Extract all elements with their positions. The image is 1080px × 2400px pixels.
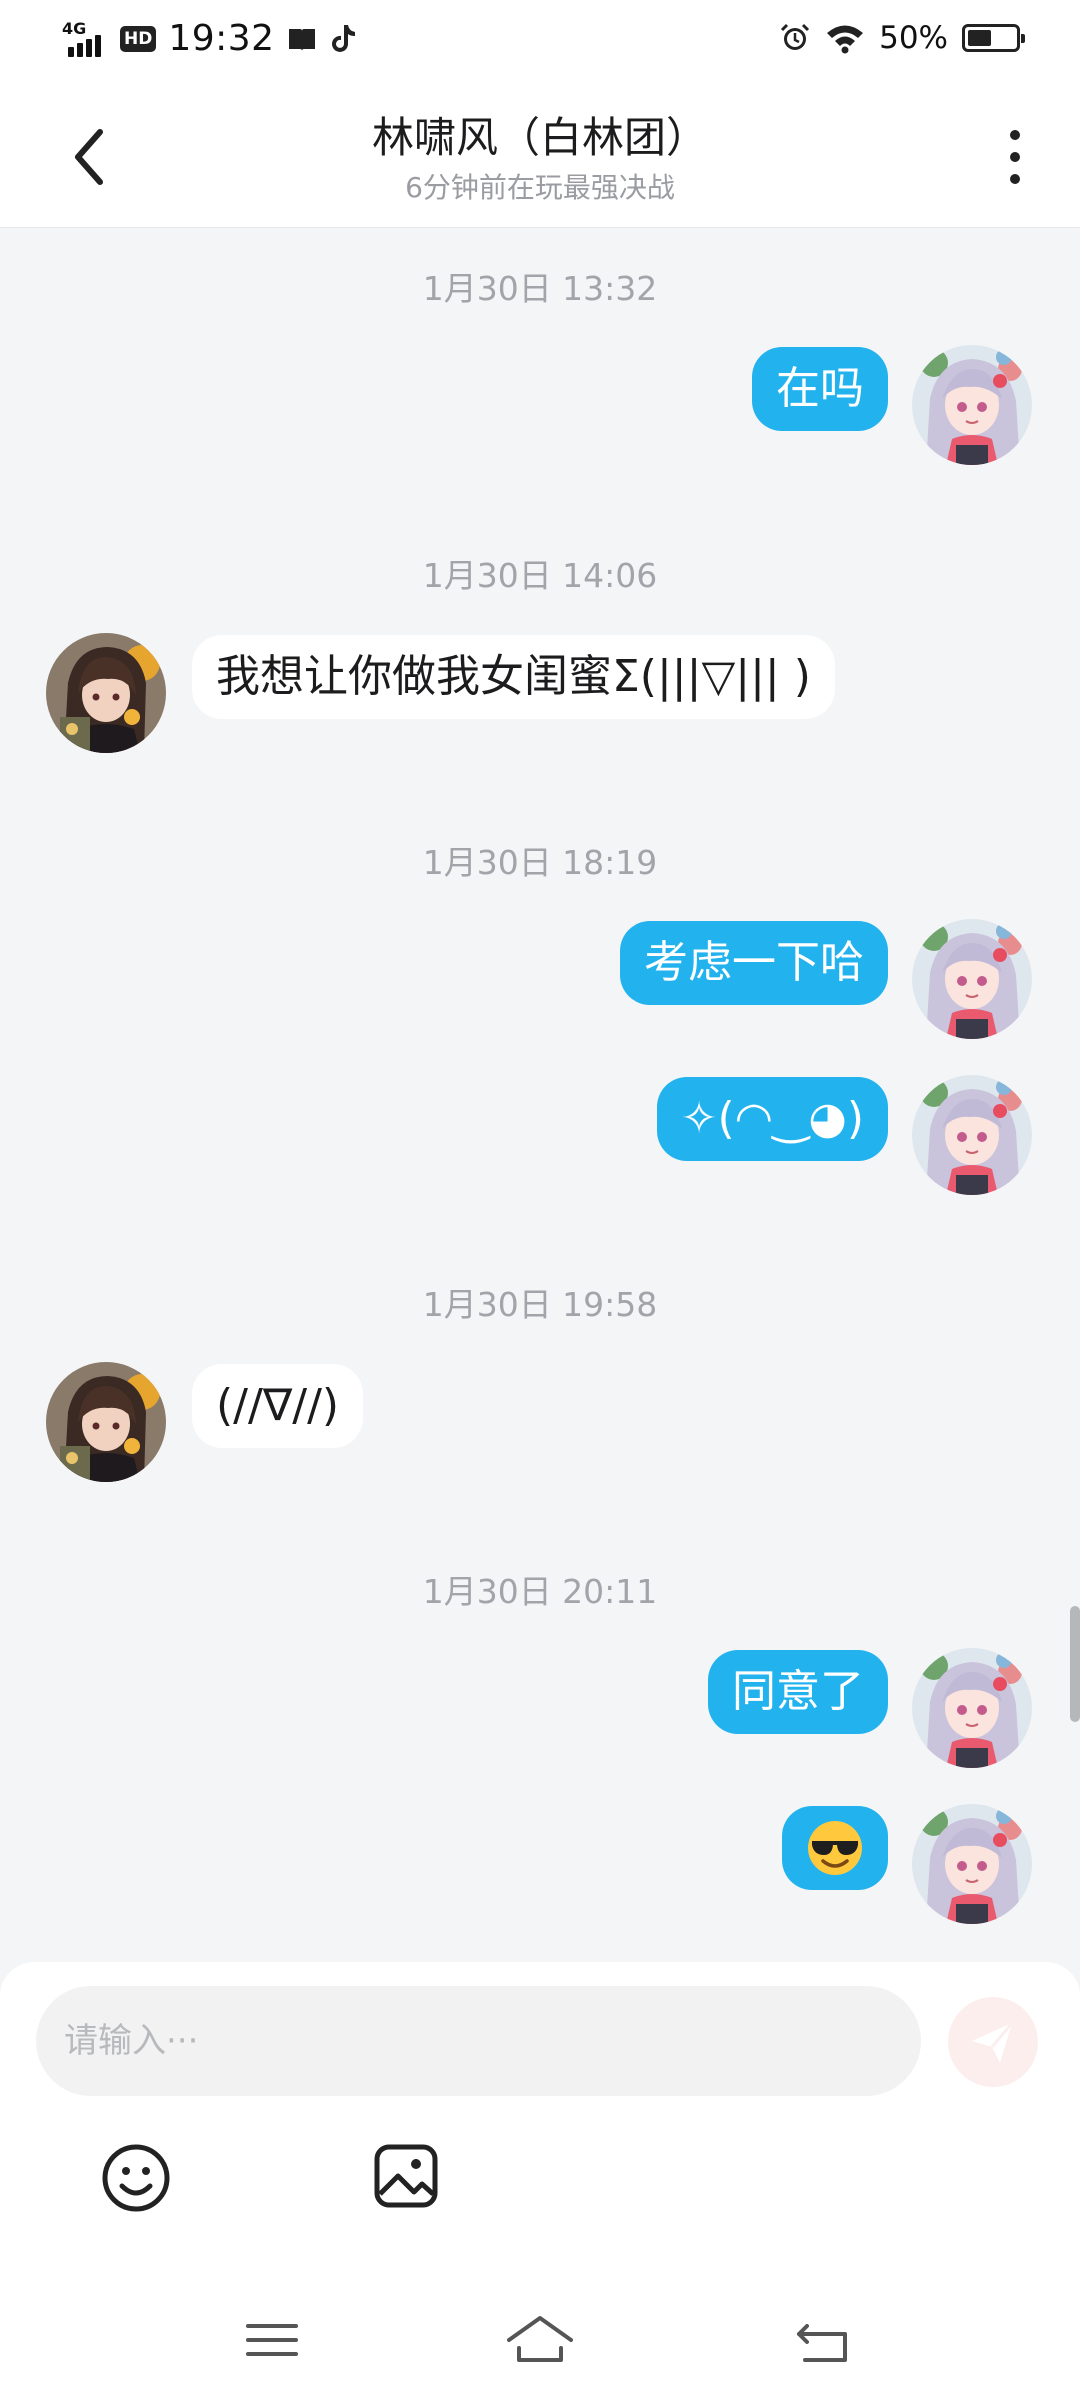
message-timestamp: 1月30日 18:19 [422, 843, 658, 882]
avatar-self[interactable] [912, 1804, 1032, 1924]
battery-fill [968, 30, 991, 46]
status-right: 50% [779, 20, 1025, 56]
message-bubble-outgoing[interactable]: 在吗 [752, 347, 888, 431]
battery-percent: 50% [879, 20, 948, 56]
avatar-self[interactable] [912, 1648, 1032, 1768]
message-timestamp: 1月30日 14:06 [422, 556, 658, 595]
clock: 19:32 [168, 18, 275, 59]
scrollbar-thumb[interactable] [1070, 1606, 1080, 1722]
message-timestamp: 1月30日 19:58 [422, 1285, 658, 1324]
hd-badge: HD [120, 25, 157, 52]
send-button[interactable] [948, 1997, 1038, 2087]
status-left: 4G HD 19:32 [62, 18, 357, 59]
chat-header: 林啸风（白林团） 6分钟前在玩最强决战 [0, 82, 1080, 228]
battery-icon [962, 24, 1025, 52]
avatar-contact[interactable] [46, 1362, 166, 1482]
back-nav-button[interactable] [793, 2310, 853, 2370]
home-button[interactable] [505, 2310, 575, 2370]
message-timestamp: 1月30日 20:11 [422, 1572, 658, 1611]
page-title: 林啸风（白林团） [371, 113, 708, 162]
message-bubble-outgoing[interactable]: 同意了 [708, 1650, 888, 1734]
message-bubble-outgoing[interactable]: ✧(◠‿◕) [656, 1077, 888, 1161]
message-bubble-outgoing[interactable]: 考虑一下哈 [620, 921, 888, 1005]
message-bubble-outgoing[interactable] [782, 1806, 888, 1890]
cellular-signal-icon: 4G [62, 19, 108, 59]
system-nav-bar [0, 2280, 1080, 2400]
avatar-contact[interactable] [46, 633, 166, 753]
more-options-button[interactable] [990, 122, 1040, 192]
avatar-self[interactable] [912, 919, 1032, 1039]
status-bar: 4G HD 19:32 50% [0, 0, 1080, 82]
message-input[interactable] [36, 1986, 921, 2096]
message-bubble-incoming[interactable]: 我想让你做我女闺蜜Σ(|||▽||| ) [192, 635, 835, 719]
emoji-button[interactable] [100, 2142, 172, 2214]
avatar-self[interactable] [912, 1075, 1032, 1195]
message-timestamp: 1月30日 13:32 [422, 269, 658, 308]
presence-status: 6分钟前在玩最强决战 [405, 171, 675, 204]
book-icon [288, 28, 315, 51]
tiktok-icon [331, 24, 355, 52]
alarm-icon [781, 23, 810, 50]
avatar-self[interactable] [912, 345, 1032, 465]
wifi-icon [827, 25, 864, 54]
image-button[interactable] [372, 2142, 440, 2210]
menu-button[interactable] [242, 2310, 302, 2370]
chat-screen: 4G HD 19:32 50% 林啸风（白林团） 6分钟前在玩最强决战 1月30… [0, 0, 1080, 2400]
send-icon [972, 2022, 1014, 2063]
sunglasses-emoji-icon [808, 1821, 862, 1875]
message-bubble-incoming[interactable]: (//∇//) [192, 1364, 364, 1448]
